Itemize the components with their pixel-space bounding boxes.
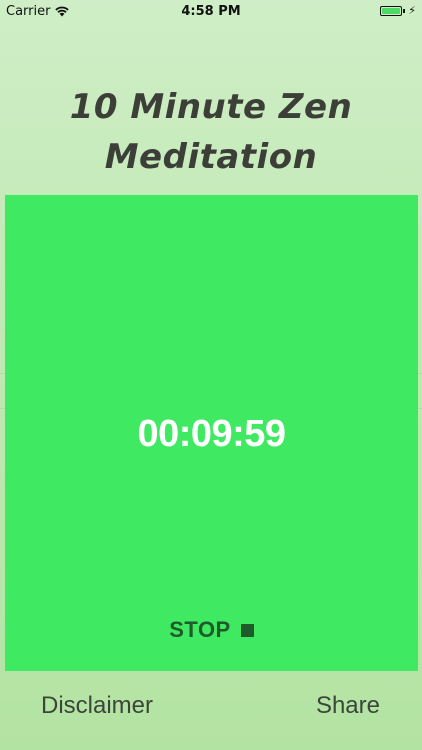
battery-icon [380, 5, 403, 16]
timer-panel: 00:09:59 STOP [5, 195, 418, 671]
battery-tip [403, 8, 406, 13]
title-line-1: 10 Minute Zen [69, 87, 353, 127]
status-bar: Carrier 4:58 PM ⚡ [0, 0, 422, 22]
title-line-2: Meditation [104, 137, 318, 177]
battery-fill [382, 7, 401, 14]
stop-button[interactable]: STOP [5, 617, 418, 643]
status-right: ⚡ [380, 4, 416, 17]
charging-bolt-icon: ⚡ [408, 4, 416, 17]
stop-square-icon [240, 623, 254, 637]
page-title: 10 Minute Zen Meditation [0, 82, 422, 182]
share-button[interactable]: Share [316, 692, 380, 720]
status-time: 4:58 PM [181, 4, 241, 19]
disclaimer-button[interactable]: Disclaimer [41, 692, 153, 720]
stop-label: STOP [169, 617, 231, 642]
timer-display: 00:09:59 [137, 413, 286, 455]
footer: Disclaimer Share [0, 688, 422, 728]
